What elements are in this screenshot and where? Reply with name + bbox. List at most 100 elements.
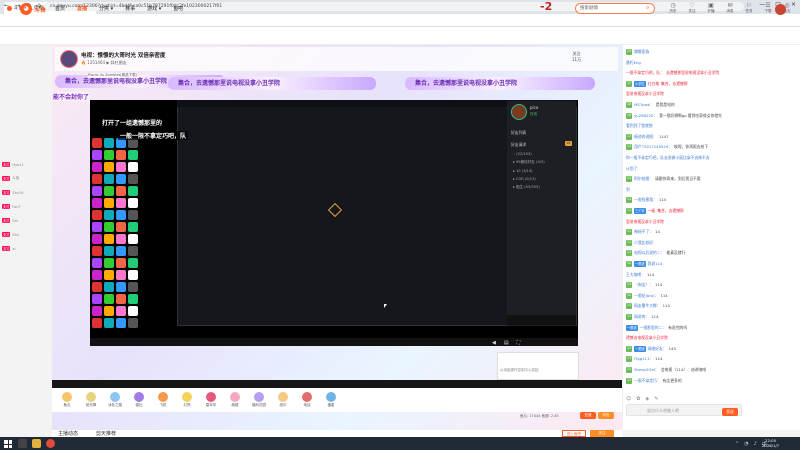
level-badge: 15 [626, 176, 633, 183]
tray-chevron-icon[interactable]: ⌃ [735, 441, 739, 448]
gift-item[interactable]: 纸巾 [272, 392, 294, 408]
download-button[interactable]: ☰ 下载 [761, 2, 775, 14]
follow-button[interactable]: 关注 [590, 430, 614, 437]
taskbar-explorer-icon[interactable] [32, 439, 41, 448]
chat-username[interactable]: 悬朽Eng [626, 60, 641, 66]
emoji-icon[interactable]: ☺ [626, 396, 631, 402]
chat-username[interactable]: 里说电视没拿小丑学院 [626, 219, 664, 225]
chat-username[interactable]: 痕迹的说图： [634, 134, 657, 140]
chat-username[interactable]: 王大咖吧： [626, 272, 645, 278]
chat-username[interactable]: Flgg111： [634, 356, 653, 362]
gift-item[interactable]: 飞机 [152, 392, 174, 408]
start-stream-button[interactable]: ▣ 开播 [704, 2, 718, 14]
chat-username[interactable]: 一限花(bro)： [634, 293, 658, 299]
chat-username[interactable]: 我说114 [648, 261, 663, 267]
history-button[interactable]: ◷ 历史 [666, 2, 680, 14]
chat-username[interactable]: 里说电视没拿小丑学院 [626, 91, 664, 97]
tasks-button[interactable]: ⚐ 任务 [742, 2, 756, 14]
chat-message: 11 神秘不了： 14 [626, 229, 794, 236]
gift-item[interactable]: 冰化之路 [104, 392, 126, 408]
friends-list-label[interactable]: 好友列表 [511, 130, 526, 136]
level-badge: 16 [626, 112, 633, 119]
follow-list-button[interactable]: ♡ 关注 [685, 2, 699, 14]
gift-item[interactable]: 鱼丸 [56, 392, 78, 408]
recharge-button[interactable]: 充值 [580, 412, 596, 419]
gift-item[interactable]: 猫比 [128, 392, 150, 408]
feed-badge: 天才 [2, 232, 11, 237]
friend-group[interactable]: ▸ CGR (0/13) [513, 177, 545, 181]
tab-recommend[interactable]: 剪天推荐 [96, 430, 116, 437]
chat-username[interactable]: （淘宝）： [634, 282, 653, 288]
danmaku-toggle-icon[interactable]: ▤ [504, 340, 509, 346]
chat-message: 你一般不拿定巧吧，队去说做小丽比拿不去做不去 [626, 155, 794, 161]
nav-events[interactable]: 赛事 [125, 5, 135, 12]
gift-item[interactable]: 电话 [296, 392, 318, 408]
chat-username[interactable]: 网友最牛大狮： [634, 303, 661, 309]
streamer-avatar[interactable] [60, 50, 78, 68]
gift-item[interactable]: 嘉年华 [200, 392, 222, 408]
left-feed-item: 天才 ai [2, 246, 16, 251]
chat-username[interactable]: 看到到了我就想 [626, 123, 653, 129]
search-icon[interactable]: ⌕ [646, 4, 649, 12]
follow-box[interactable]: 关注 11万 [572, 51, 581, 63]
chat-username[interactable]: 网络好友： [648, 346, 667, 352]
taskbar-chrome-icon[interactable] [46, 439, 55, 448]
chat-username[interactable]: 网说的： [634, 314, 649, 320]
send-button[interactable]: 发送 [722, 408, 738, 416]
chat-username[interactable]: 一限那里的二： [640, 325, 667, 331]
friend-request-label[interactable]: 好友请求 [511, 142, 526, 148]
chat-username[interactable]: 计划了 [626, 166, 637, 172]
gift-item[interactable]: 阁楼 [224, 392, 246, 408]
chat-username[interactable]: 到 [626, 187, 630, 193]
chat-username[interactable]: 一级 [648, 208, 656, 214]
flower-icon[interactable]: ✿ [636, 396, 640, 402]
gift-item[interactable]: 灯饰 [176, 392, 198, 408]
chat-username[interactable]: 电视以后说的二： [634, 250, 664, 256]
chat-username[interactable]: 嫦娥家族 [634, 49, 649, 55]
friend-group[interactable]: ◦ (22/103) [513, 152, 545, 156]
chat-username[interactable]: 一限不拿定巧吧，队： [626, 70, 664, 76]
gift-item[interactable]: 福利花园 [248, 392, 270, 408]
friend-avatar[interactable] [511, 104, 527, 120]
gift-item[interactable]: 福星 [320, 392, 342, 408]
windows-start-icon[interactable] [4, 440, 12, 448]
nav-live[interactable]: 直播 [77, 5, 87, 12]
pen-icon[interactable]: ✎ [654, 396, 658, 402]
friend-group[interactable]: ▸ 陌生 (55/555) [513, 185, 545, 190]
chat-username[interactable]: 一限找蜜我： [634, 197, 657, 203]
chat-username[interactable]: 少我比较好： [634, 240, 657, 246]
chat-username[interactable]: Sheep2Oef： [634, 367, 659, 373]
chat-username[interactable]: MS7pwk： [634, 102, 654, 108]
search-input[interactable]: 搜索剧情 [575, 3, 655, 14]
chat-username[interactable]: 用户72017145529： [634, 144, 672, 150]
chat-username[interactable]: 阿尔拍图： [634, 176, 653, 182]
taskbar-clock[interactable]: 22:05 2026/1/7 [762, 438, 779, 448]
tab-anchor-news[interactable]: 主播动态 [58, 430, 78, 437]
site-logo[interactable]: ◕ 斗鱼 [20, 3, 46, 15]
gift-item[interactable]: 荧光棒 [80, 392, 102, 408]
user-avatar[interactable] [775, 4, 786, 15]
badge-icon[interactable]: ◈ [645, 396, 649, 402]
back-icon[interactable]: ← [4, 2, 9, 9]
nav-home[interactable]: 首页 [55, 5, 65, 12]
fullscreen-icon[interactable]: ⛶ [517, 340, 521, 346]
taskbar-search-icon[interactable] [18, 439, 27, 448]
friend-group[interactable]: ▸ 10 (3/14) [513, 169, 545, 173]
messages-button[interactable]: ✉ 消息 [723, 2, 737, 14]
backpack-button[interactable]: 背包 [598, 412, 614, 419]
friend-group[interactable]: ▸ 99微信好友 (4/5) [513, 160, 545, 165]
chat-username[interactable]: 神秘不了： [634, 229, 653, 235]
nav-games[interactable]: 游戏 ▾ [147, 5, 161, 12]
chat-username[interactable]: 一限不拿定巧： [634, 378, 661, 384]
chat-username[interactable]: 红白格 [648, 81, 659, 87]
tray-volume-icon[interactable]: ♪ [754, 441, 757, 448]
enter-yuba-button[interactable]: 进入鱼吧 [562, 430, 586, 437]
chat-message: 计划了 [626, 166, 794, 172]
nav-yuba[interactable]: 鱼吧 [173, 5, 183, 12]
nav-category[interactable]: 分类 ▾ [99, 5, 113, 12]
chat-username[interactable]: 遗憾去电视没拿小丑学院 [626, 335, 668, 341]
chat-username[interactable]: 你一般不拿定巧吧，队去说做小丽比拿不去做不去 [626, 155, 710, 161]
tray-network-icon[interactable]: ◔ [744, 441, 748, 448]
chat-username[interactable]: yu298225： [634, 113, 657, 119]
volume-icon[interactable]: ◀ [492, 340, 496, 346]
